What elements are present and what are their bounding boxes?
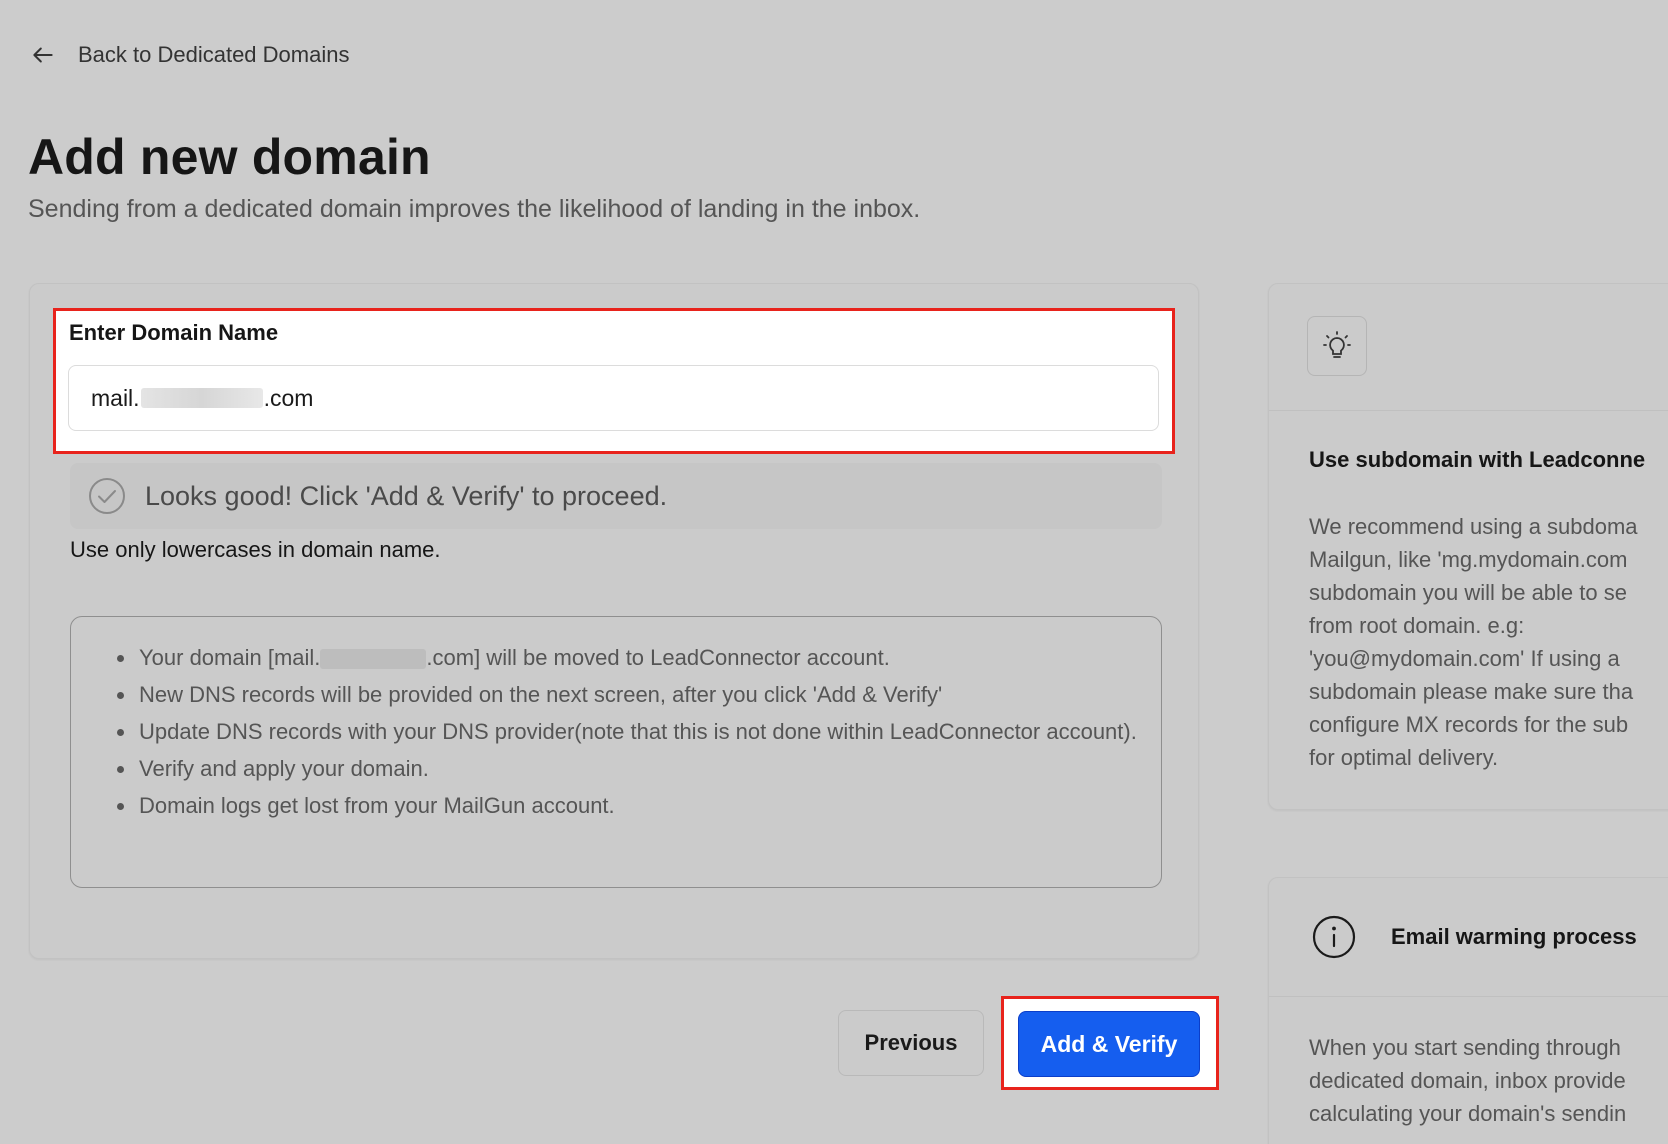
list-item: New DNS records will be provided on the … [137, 676, 1141, 713]
tip-title: Use subdomain with Leadconne [1309, 447, 1646, 472]
list-item: Update DNS records with your DNS provide… [137, 713, 1141, 750]
redacted-text [320, 649, 427, 670]
tip-body: We recommend using a subdoma Mailgun, li… [1309, 514, 1638, 770]
add-verify-button[interactable]: Add & Verify [1018, 1011, 1200, 1077]
list-item: Domain logs get lost from your MailGun a… [137, 787, 1141, 824]
warming-title: Email warming process [1391, 924, 1637, 949]
divider [1269, 996, 1668, 997]
domain-hint: Use only lowercases in domain name. [70, 537, 441, 562]
back-link-label[interactable]: Back to Dedicated Domains [78, 42, 349, 68]
info-item-text: Your domain [mail. [139, 645, 321, 670]
lightbulb-icon-box [1307, 316, 1367, 376]
warming-body: When you start sending through dedicated… [1309, 1035, 1627, 1126]
check-circle-icon [89, 478, 125, 514]
page: Back to Dedicated Domains Add new domain… [0, 0, 1668, 1144]
list-item: Verify and apply your domain. [137, 750, 1141, 787]
info-list: Your domain [mail. .com] will be moved to… [137, 639, 1141, 824]
list-item: Your domain [mail. .com] will be moved to… [137, 639, 1141, 676]
success-message-text: Looks good! Click 'Add & Verify' to proc… [145, 480, 668, 511]
email-warming-card: Email warming process When you start sen… [1268, 877, 1668, 1144]
page-title: Add new domain [28, 129, 431, 185]
info-icon [1312, 915, 1356, 959]
previous-button[interactable]: Previous [838, 1010, 984, 1076]
validation-success-message: Looks good! Click 'Add & Verify' to proc… [70, 463, 1162, 529]
arrow-left-icon [33, 47, 53, 63]
domain-label: Enter Domain Name [69, 320, 279, 345]
page-subtitle: Sending from a dedicated domain improves… [28, 195, 921, 223]
domain-input[interactable] [68, 365, 1159, 431]
subdomain-tip-card: Use subdomain with Leadconne We recommen… [1268, 283, 1668, 810]
info-box: Your domain [mail. .com] will be moved to… [70, 616, 1162, 888]
info-item-text: .com] will be moved to LeadConnector acc… [426, 645, 890, 670]
domain-field-group: Enter Domain Name mail. .com [53, 308, 1175, 454]
divider [1269, 410, 1668, 411]
lightbulb-icon [1323, 331, 1351, 358]
add-verify-highlight: Add & Verify [1001, 996, 1219, 1090]
back-link[interactable]: Back to Dedicated Domains [30, 42, 349, 68]
